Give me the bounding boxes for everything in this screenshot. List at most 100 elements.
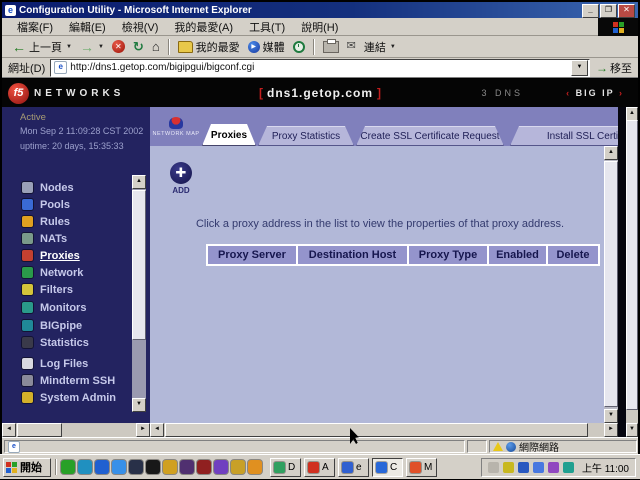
- window-vertical-scrollbar[interactable]: ▲ ▼: [626, 107, 638, 437]
- sidebar-item-label: Log Files: [40, 358, 88, 370]
- scrollbar-thumb[interactable]: [604, 161, 618, 407]
- quick-launch-icon-6[interactable]: [146, 460, 160, 474]
- quick-launch-icon-7[interactable]: [163, 460, 177, 474]
- menu-item-4[interactable]: 我的最愛(A): [167, 18, 240, 36]
- favorites-button[interactable]: 我的最愛: [174, 38, 244, 56]
- tab-proxies[interactable]: Proxies: [202, 124, 256, 146]
- address-dropdown-icon[interactable]: ▼: [571, 60, 588, 76]
- tray-icon-6[interactable]: [563, 462, 574, 473]
- quick-launch-icon-2[interactable]: [78, 460, 92, 474]
- product-3dns-link[interactable]: 3 DNS: [481, 88, 523, 98]
- quick-launch-icon-3[interactable]: [95, 460, 109, 474]
- menu-item-6[interactable]: 說明(H): [294, 18, 345, 36]
- menu-item-2[interactable]: 編輯(E): [62, 18, 113, 36]
- main-horizontal-scrollbar[interactable]: ◄ ►: [150, 423, 618, 437]
- mindterm-ssh-icon: [22, 375, 33, 386]
- task-button-1[interactable]: D: [270, 458, 301, 477]
- restore-button[interactable]: ❐: [600, 4, 617, 18]
- task-buttons: DAeCM: [270, 458, 437, 477]
- home-button[interactable]: ⌂: [148, 39, 164, 54]
- scroll-up-icon[interactable]: ▲: [604, 146, 618, 160]
- sidebar-vertical-scrollbar[interactable]: ▲ ▼: [132, 175, 146, 412]
- sidebar-item-mindterm-ssh[interactable]: Mindterm SSH: [22, 373, 115, 388]
- quick-launch-icon-10[interactable]: [214, 460, 228, 474]
- scroll-down-icon[interactable]: ▼: [132, 398, 146, 412]
- back-dropdown-icon[interactable]: ▼: [66, 44, 72, 50]
- scroll-down-icon[interactable]: ▼: [626, 423, 638, 437]
- quick-launch-icon-1[interactable]: [61, 460, 75, 474]
- scroll-up-icon[interactable]: ▲: [132, 175, 146, 189]
- task-button-4[interactable]: C: [372, 458, 403, 477]
- go-button[interactable]: → 移至: [594, 60, 638, 76]
- media-button[interactable]: ▶ 媒體: [244, 38, 289, 56]
- tray-icon-5[interactable]: [548, 462, 559, 473]
- tab-install-ssl-certifi[interactable]: Install SSL Certifi: [510, 126, 618, 146]
- quick-launch-icon-4[interactable]: [112, 460, 126, 474]
- sidebar-item-pools[interactable]: Pools: [22, 197, 70, 212]
- refresh-button[interactable]: ↻: [129, 39, 148, 54]
- task-button-3[interactable]: e: [338, 458, 369, 477]
- menu-item-1[interactable]: 檔案(F): [10, 18, 60, 36]
- scroll-left-icon[interactable]: ◄: [2, 423, 16, 437]
- sidebar-item-statistics[interactable]: Statistics: [22, 335, 89, 350]
- product-bigip-link[interactable]: ‹ BIG IP ›: [566, 88, 624, 98]
- tray-icon-3[interactable]: [518, 462, 529, 473]
- sidebar-item-log-files[interactable]: Log Files: [22, 356, 88, 371]
- quick-launch-icon-12[interactable]: [248, 460, 262, 474]
- print-button[interactable]: [319, 40, 343, 54]
- scroll-down-icon[interactable]: ▼: [604, 409, 618, 423]
- unit-status: Active: [20, 112, 46, 123]
- mail-button[interactable]: ✉: [343, 40, 360, 53]
- sidebar-item-system-admin[interactable]: System Admin: [22, 390, 116, 405]
- scrollbar-thumb[interactable]: [17, 423, 62, 437]
- menu-item-3[interactable]: 檢視(V): [115, 18, 166, 36]
- task-button-5[interactable]: M: [406, 458, 437, 477]
- sidebar-horizontal-scrollbar[interactable]: ◄ ►: [2, 423, 150, 437]
- scroll-right-icon[interactable]: ►: [136, 423, 150, 437]
- tray-icon-2[interactable]: [503, 462, 514, 473]
- close-button[interactable]: ✕: [618, 4, 635, 18]
- menu-item-5[interactable]: 工具(T): [242, 18, 292, 36]
- start-button[interactable]: 開始: [3, 458, 51, 477]
- minimize-button[interactable]: _: [582, 4, 599, 18]
- forward-dropdown-icon[interactable]: ▼: [98, 44, 104, 50]
- tray-icon-4[interactable]: [533, 462, 544, 473]
- quick-launch-icon-11[interactable]: [231, 460, 245, 474]
- forward-button[interactable]: → ▼: [76, 40, 108, 54]
- bigpipe-icon: [22, 320, 33, 331]
- tab-create-ssl-certificate-request[interactable]: Create SSL Certificate Request: [356, 126, 504, 146]
- scrollbar-thumb[interactable]: [165, 423, 588, 437]
- quick-launch-icon-9[interactable]: [197, 460, 211, 474]
- sidebar-item-bigpipe[interactable]: BIGpipe: [22, 318, 82, 333]
- scrollbar-thumb[interactable]: [626, 120, 638, 410]
- history-button[interactable]: [289, 40, 309, 54]
- address-input[interactable]: [70, 62, 571, 73]
- sidebar-item-monitors[interactable]: Monitors: [22, 300, 86, 315]
- scroll-left-icon[interactable]: ◄: [150, 423, 164, 437]
- quick-launch-icon-5[interactable]: [129, 460, 143, 474]
- sidebar-item-proxies[interactable]: Proxies: [22, 248, 80, 263]
- monitors-icon: [22, 302, 33, 313]
- links-button[interactable]: 連結 ▼: [360, 38, 400, 56]
- sidebar-item-nats[interactable]: NATs: [22, 231, 67, 246]
- scroll-right-icon[interactable]: ►: [604, 423, 618, 437]
- scroll-up-icon[interactable]: ▲: [626, 107, 638, 121]
- quick-launch-icon-8[interactable]: [180, 460, 194, 474]
- sidebar-item-filters[interactable]: Filters: [22, 282, 73, 297]
- stop-icon: ✕: [112, 40, 125, 53]
- task-button-label: e: [356, 462, 362, 473]
- main-vertical-scrollbar[interactable]: ▲ ▼: [604, 146, 618, 423]
- sidebar-item-rules[interactable]: Rules: [22, 214, 70, 229]
- start-label: 開始: [20, 459, 42, 475]
- stop-button[interactable]: ✕: [108, 39, 129, 54]
- back-button[interactable]: ← 上一頁 ▼: [8, 38, 76, 56]
- scrollbar-thumb[interactable]: [132, 190, 146, 340]
- tab-proxy-statistics[interactable]: Proxy Statistics: [258, 126, 354, 146]
- sidebar-item-network[interactable]: Network: [22, 265, 83, 280]
- tray-icon-1[interactable]: [488, 462, 499, 473]
- sidebar-item-label: Monitors: [40, 302, 86, 314]
- sidebar-item-nodes[interactable]: Nodes: [22, 180, 74, 195]
- task-button-2[interactable]: A: [304, 458, 335, 477]
- add-proxy-button[interactable]: ✚: [170, 162, 192, 184]
- network-map-button[interactable]: NETWORK MAP: [153, 110, 199, 143]
